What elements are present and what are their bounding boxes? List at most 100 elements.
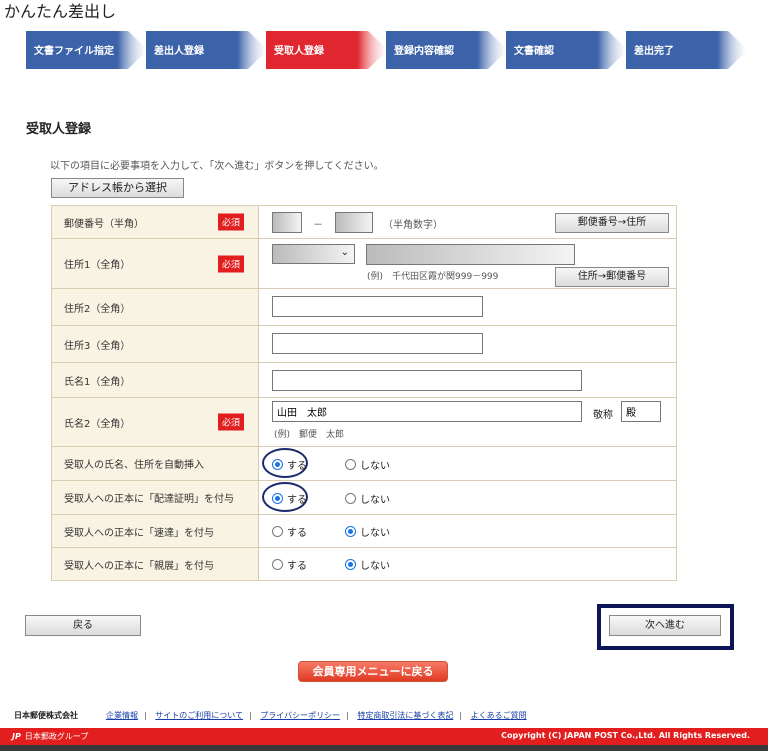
company-name: 日本郵便株式会社 bbox=[14, 711, 78, 720]
postal-value-cell: － （半角数字） 郵便番号→住所 bbox=[258, 205, 677, 239]
radio-indicator bbox=[345, 459, 356, 470]
radio-indicator bbox=[272, 459, 283, 470]
member-menu-button[interactable]: 会員専用メニューに戻る bbox=[298, 661, 448, 682]
option-label-cell: 受取人への正本に「親展」を付与 bbox=[51, 547, 259, 581]
postal-hint: （半角数字） bbox=[383, 220, 443, 231]
express-yes-radio[interactable]: する bbox=[272, 524, 307, 539]
option-label: 受取人への正本に「親展」を付与 bbox=[64, 560, 214, 572]
radio-indicator bbox=[345, 526, 356, 537]
footer-link-terms[interactable]: サイトのご利用について bbox=[155, 711, 243, 720]
name1-value-cell bbox=[258, 362, 677, 398]
option-row: 受取人への正本に「親展」を付与 する しない bbox=[51, 547, 677, 581]
chevron-down-icon: ⌄ bbox=[340, 247, 349, 258]
progress-steps: 文書ファイル指定 差出人登録 受取人登録 登録内容確認 文書確認 差出完了 bbox=[26, 31, 748, 69]
postal-to-address-button[interactable]: 郵便番号→住所 bbox=[555, 213, 669, 233]
option-label-cell: 受取人への正本に「速達」を付与 bbox=[51, 514, 259, 548]
footer-bar: JP 日本郵政グループ Copyright (C) JAPAN POST Co.,… bbox=[0, 728, 768, 745]
radio-indicator bbox=[345, 559, 356, 570]
address2-input[interactable] bbox=[272, 296, 483, 317]
instruction-text: 以下の項目に必要事項を入力して、「次へ進む」ボタンを押してください。 bbox=[50, 161, 384, 172]
step-4: 登録内容確認 bbox=[386, 31, 511, 69]
postal-code-part2-input[interactable] bbox=[335, 212, 373, 233]
step-label: 文書ファイル指定 bbox=[34, 46, 114, 57]
back-button[interactable]: 戻る bbox=[25, 615, 141, 636]
required-badge: 必須 bbox=[217, 255, 244, 272]
name1-label-cell: 氏名1（全角） bbox=[51, 362, 259, 398]
confidential-yes-radio[interactable]: する bbox=[272, 557, 307, 572]
option-value-cell: する しない bbox=[258, 480, 677, 515]
name2-input[interactable] bbox=[272, 401, 582, 422]
app-title: かんたん差出し bbox=[4, 2, 117, 21]
option-label: 受取人への正本に「速達」を付与 bbox=[64, 527, 214, 539]
address1-label: 住所1（全角） bbox=[64, 260, 131, 271]
delivery-certificate-yes-radio[interactable]: する bbox=[272, 491, 307, 506]
option-value-cell: する しない bbox=[258, 514, 677, 548]
footer-link-commercial-law[interactable]: 特定商取引法に基づく表記 bbox=[357, 711, 453, 720]
address1-value-cell: ⌄ (例) 千代田区霞が関999－999 住所→郵便番号 bbox=[258, 238, 677, 289]
radio-indicator bbox=[272, 559, 283, 570]
address2-value-cell bbox=[258, 288, 677, 326]
delivery-certificate-no-radio[interactable]: しない bbox=[345, 491, 390, 506]
step-3: 受取人登録 bbox=[266, 31, 391, 69]
page-title: 受取人登録 bbox=[26, 122, 92, 137]
postal-separator: － bbox=[313, 220, 323, 231]
auto-insert-yes-radio[interactable]: する bbox=[272, 457, 307, 472]
name1-label: 氏名1（全角） bbox=[64, 376, 131, 388]
confidential-no-radio[interactable]: しない bbox=[345, 557, 390, 572]
postal-label: 郵便番号（半角） bbox=[64, 218, 144, 230]
auto-insert-no-radio[interactable]: しない bbox=[345, 457, 390, 472]
radio-indicator bbox=[272, 493, 283, 504]
address1-input[interactable] bbox=[366, 244, 575, 265]
address3-value-cell bbox=[258, 325, 677, 363]
footer-link-corporate[interactable]: 企業情報 bbox=[106, 711, 138, 720]
radio-indicator bbox=[345, 493, 356, 504]
step-label: 文書確認 bbox=[514, 46, 554, 57]
address-book-button[interactable]: アドレス帳から選択 bbox=[51, 178, 184, 198]
address3-input[interactable] bbox=[272, 333, 483, 354]
recipient-form: 郵便番号（半角） 必須 － （半角数字） 郵便番号→住所 住所1（全角） 必須 … bbox=[51, 205, 677, 581]
step-label: 登録内容確認 bbox=[394, 46, 454, 57]
footer-link-list: 企業情報 | サイトのご利用について | プライバシーポリシー | 特定商取引法に基づ… bbox=[106, 711, 527, 720]
honorific-input[interactable] bbox=[621, 401, 661, 422]
honorific-label: 敬称 bbox=[593, 410, 613, 421]
option-row: 受取人への正本に「速達」を付与 する しない bbox=[51, 514, 677, 548]
radio-indicator bbox=[272, 526, 283, 537]
name2-hint: (例) 郵便 太郎 bbox=[274, 430, 345, 440]
option-label: 受取人への正本に「配達証明」を付与 bbox=[64, 494, 234, 505]
copyright: Copyright (C) JAPAN POST Co.,Ltd. All Ri… bbox=[501, 731, 750, 740]
step-label: 差出完了 bbox=[634, 46, 674, 57]
jp-logo-icon: JP bbox=[12, 732, 21, 741]
option-row: 受取人の氏名、住所を自動挿入 する しない bbox=[51, 446, 677, 481]
required-badge: 必須 bbox=[217, 213, 244, 231]
name1-input[interactable] bbox=[272, 370, 582, 391]
next-button-highlight: 次へ進む bbox=[597, 604, 734, 650]
option-value-cell: する しない bbox=[258, 446, 677, 481]
next-button[interactable]: 次へ進む bbox=[609, 615, 721, 636]
address3-label-cell: 住所3（全角） bbox=[51, 325, 259, 363]
group-logo: JP 日本郵政グループ bbox=[12, 732, 89, 741]
step-label: 差出人登録 bbox=[154, 46, 204, 57]
footer-link-faq[interactable]: よくあるご質問 bbox=[471, 711, 527, 720]
postal-label-cell: 郵便番号（半角） 必須 bbox=[51, 205, 259, 239]
bottom-strip bbox=[0, 745, 768, 751]
name2-label: 氏名2（全角） bbox=[64, 418, 131, 430]
express-no-radio[interactable]: しない bbox=[345, 524, 390, 539]
address1-hint: (例) 千代田区霞が関999－999 bbox=[367, 272, 499, 282]
option-value-cell: する しない bbox=[258, 547, 677, 581]
option-label-cell: 受取人への正本に「配達証明」を付与 bbox=[51, 480, 259, 515]
prefecture-select[interactable]: ⌄ bbox=[272, 244, 355, 264]
postal-code-part1-input[interactable] bbox=[272, 212, 302, 233]
step-label: 受取人登録 bbox=[274, 46, 324, 57]
required-badge: 必須 bbox=[217, 413, 244, 431]
step-6: 差出完了 bbox=[626, 31, 751, 69]
address2-label: 住所2（全角） bbox=[64, 303, 131, 315]
address-to-postal-button[interactable]: 住所→郵便番号 bbox=[555, 267, 669, 287]
footer-link-privacy[interactable]: プライバシーポリシー bbox=[260, 711, 340, 720]
option-label: 受取人の氏名、住所を自動挿入 bbox=[64, 460, 204, 471]
step-5: 文書確認 bbox=[506, 31, 631, 69]
option-label-cell: 受取人の氏名、住所を自動挿入 bbox=[51, 446, 259, 481]
address3-label: 住所3（全角） bbox=[64, 340, 131, 352]
name2-value-cell: (例) 郵便 太郎 敬称 bbox=[258, 397, 677, 447]
address1-label-cell: 住所1（全角） 必須 bbox=[51, 238, 259, 289]
step-1: 文書ファイル指定 bbox=[26, 31, 151, 69]
